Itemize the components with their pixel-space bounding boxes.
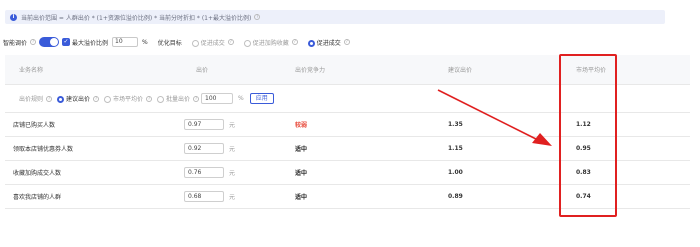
annotation-arrow-icon [437, 89, 552, 146]
